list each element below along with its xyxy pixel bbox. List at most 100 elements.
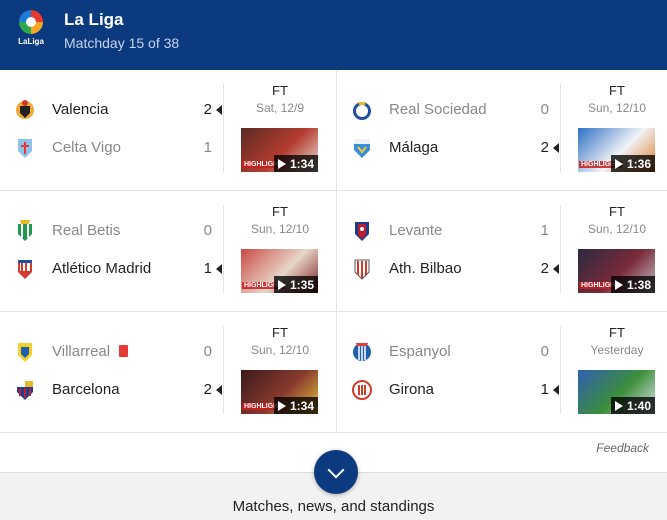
- video-duration: 1:40: [610, 397, 655, 414]
- duration-text: 1:35: [289, 278, 314, 292]
- play-icon: [277, 159, 286, 169]
- match-status: FT: [272, 325, 288, 340]
- team-name: Espanyol: [389, 343, 451, 360]
- play-icon: [614, 280, 623, 290]
- match-status: FT: [609, 325, 625, 340]
- match-status: FT: [609, 204, 625, 219]
- feedback-link[interactable]: Feedback: [596, 441, 649, 455]
- team-name: Barcelona: [52, 381, 120, 398]
- more-link[interactable]: Matches, news, and standings: [0, 498, 667, 515]
- atletico-madrid-crest-icon: [14, 257, 36, 281]
- team-name: Ath. Bilbao: [389, 260, 462, 277]
- highlight-video-thumbnail[interactable]: 1:40: [578, 370, 655, 414]
- real-betis-crest-icon: [14, 219, 36, 243]
- matchday-label: Matchday 15 of 38: [64, 35, 180, 51]
- winner-arrow-icon: [553, 264, 559, 274]
- match-date: Yesterday: [590, 343, 644, 357]
- team-row-away[interactable]: Barcelona 2: [0, 378, 230, 402]
- celta-vigo-crest-icon: [14, 136, 36, 160]
- malaga-crest-icon: [351, 136, 373, 160]
- match-grid: Valencia 2 Celta Vigo 1 FT Sat, 12/9 HIGHLIGHT…: [0, 70, 667, 433]
- team-name: Levante: [389, 222, 443, 239]
- espanyol-crest-icon: [351, 340, 373, 364]
- team-name: Girona: [389, 381, 435, 398]
- team-score: 0: [203, 222, 212, 239]
- red-card-icon: [119, 345, 128, 357]
- video-duration: 1:36: [610, 155, 655, 172]
- league-header[interactable]: LaLiga La Liga Matchday 15 of 38: [0, 0, 667, 70]
- match-card[interactable]: Real Betis 0 Atlético Madrid 1 FT Sun, 12/10 H…: [0, 191, 333, 312]
- expand-button[interactable]: [314, 450, 358, 494]
- team-row-away[interactable]: Málaga 2: [337, 136, 567, 160]
- play-icon: [614, 159, 623, 169]
- team-score: 0: [203, 343, 212, 360]
- play-icon: [614, 401, 623, 411]
- match-date: Sun, 12/10: [250, 222, 310, 236]
- team-row-away[interactable]: Celta Vigo 1: [0, 136, 230, 160]
- logo-text: LaLiga: [18, 37, 44, 46]
- team-score: 1: [540, 222, 549, 239]
- match-divider: [560, 326, 561, 414]
- valencia-crest-icon: [14, 98, 36, 122]
- highlight-video-thumbnail[interactable]: HIGHLIGHT 1:34: [241, 128, 318, 172]
- winner-arrow-icon: [553, 385, 559, 395]
- team-name: Villarreal: [52, 343, 111, 360]
- team-row-home[interactable]: Real Betis 0: [0, 219, 230, 243]
- match-card[interactable]: Real Sociedad 0 Málaga 2 FT Sun, 12/10 HIGHLIG…: [337, 70, 667, 191]
- villarreal-crest-icon: [14, 340, 36, 364]
- match-status: FT: [609, 83, 625, 98]
- highlight-video-thumbnail[interactable]: HIGHLIGHT 1:34: [241, 370, 318, 414]
- levante-crest-icon: [351, 219, 373, 243]
- team-name: Valencia: [52, 101, 109, 118]
- match-divider: [223, 205, 224, 293]
- duration-text: 1:34: [289, 399, 314, 413]
- team-name: Málaga: [389, 139, 439, 156]
- match-card[interactable]: Levante 1 Ath. Bilbao 2 FT Sun, 12/10 HIGHLIGH…: [337, 191, 667, 312]
- laliga-logo-icon: LaLiga: [16, 10, 46, 50]
- match-divider: [223, 84, 224, 172]
- league-title[interactable]: La Liga: [64, 10, 124, 30]
- match-divider: [560, 205, 561, 293]
- team-score: 2: [203, 101, 212, 118]
- match-card[interactable]: Espanyol 0 Girona 1 FT Yesterday 1:40: [337, 312, 667, 433]
- duration-text: 1:36: [626, 157, 651, 171]
- team-name: Atlético Madrid: [52, 260, 152, 277]
- match-date: Sun, 12/10: [587, 101, 647, 115]
- match-status: FT: [272, 83, 288, 98]
- highlight-video-thumbnail[interactable]: HIGHLIGHT 1:35: [241, 249, 318, 293]
- winner-arrow-icon: [216, 264, 222, 274]
- match-divider: [223, 326, 224, 414]
- barcelona-crest-icon: [14, 378, 36, 402]
- team-row-home[interactable]: Valencia 2: [0, 98, 230, 122]
- team-row-home[interactable]: Espanyol 0: [337, 340, 567, 364]
- match-card[interactable]: Villarreal 0 Barcelona 2 FT Sun, 12/10 HIGHLIG…: [0, 312, 333, 433]
- team-score: 1: [203, 260, 212, 277]
- team-row-away[interactable]: Girona 1: [337, 378, 567, 402]
- match-card[interactable]: Valencia 2 Celta Vigo 1 FT Sat, 12/9 HIGHLIGHT…: [0, 70, 333, 191]
- highlight-video-thumbnail[interactable]: HIGHLIGHT 1:36: [578, 128, 655, 172]
- video-duration: 1:34: [273, 155, 318, 172]
- highlight-video-thumbnail[interactable]: HIGHLIGHT 1:38: [578, 249, 655, 293]
- team-row-home[interactable]: Levante 1: [337, 219, 567, 243]
- match-date: Sun, 12/10: [587, 222, 647, 236]
- team-name: Real Betis: [52, 222, 121, 239]
- girona-crest-icon: [351, 378, 373, 402]
- team-row-home[interactable]: Real Sociedad 0: [337, 98, 567, 122]
- team-score: 2: [540, 139, 549, 156]
- duration-text: 1:40: [626, 399, 651, 413]
- team-score: 0: [540, 343, 549, 360]
- team-name: Real Sociedad: [389, 101, 487, 118]
- team-name: Celta Vigo: [52, 139, 121, 156]
- team-row-home[interactable]: Villarreal 0: [0, 340, 230, 364]
- team-score: 0: [540, 101, 549, 118]
- winner-arrow-icon: [216, 385, 222, 395]
- team-row-away[interactable]: Atlético Madrid 1: [0, 257, 230, 281]
- duration-text: 1:34: [289, 157, 314, 171]
- team-score: 1: [203, 139, 212, 156]
- team-score: 2: [540, 260, 549, 277]
- video-duration: 1:35: [273, 276, 318, 293]
- video-duration: 1:34: [273, 397, 318, 414]
- video-duration: 1:38: [610, 276, 655, 293]
- ath-bilbao-crest-icon: [351, 257, 373, 281]
- team-row-away[interactable]: Ath. Bilbao 2: [337, 257, 567, 281]
